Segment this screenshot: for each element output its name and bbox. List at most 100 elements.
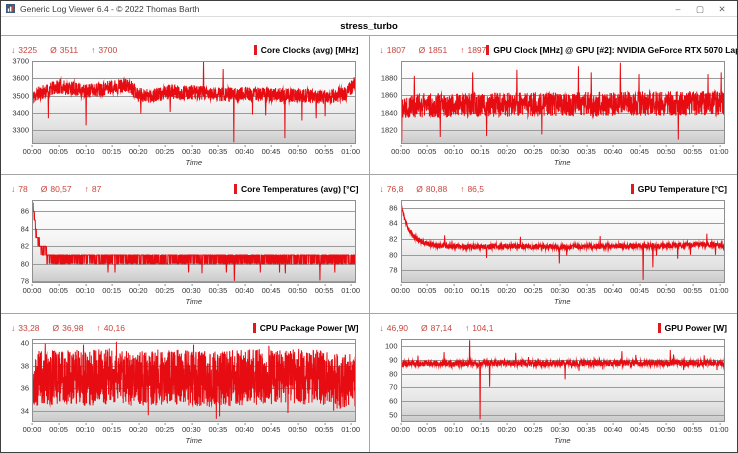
stat-avg-value: 87,14 (431, 323, 452, 333)
panel-header: ↓46,90 Ø87,14 ↑104,1 GPU Power [W] (380, 321, 728, 334)
chart-title: GPU Temperature [°C] (638, 184, 727, 194)
y-tick-label: 3600 (12, 74, 29, 83)
avg-icon: Ø (53, 323, 60, 333)
x-axis-title: Time (401, 158, 725, 167)
chart-legend: Core Temperatures (avg) [°C] (234, 184, 359, 194)
x-tick-label: 00:30 (182, 286, 201, 295)
series-color-marker-icon (486, 45, 489, 55)
avg-icon: Ø (50, 45, 57, 55)
y-tick-label: 86 (21, 207, 29, 216)
plot-area (32, 200, 356, 283)
x-tick-label: 00:25 (524, 425, 543, 434)
chart-gpu-temperature[interactable]: 7880828486 00:0000:0500:1000:1500:2000:2… (380, 200, 728, 305)
series-color-marker-icon (254, 45, 257, 55)
x-tick-label: 00:20 (497, 147, 516, 156)
x-tick-label: 00:25 (524, 147, 543, 156)
stat-min-value: 76,8 (387, 184, 404, 194)
series-color-marker-icon (234, 184, 237, 194)
y-tick-label: 90 (389, 355, 397, 364)
y-tick-label: 78 (389, 266, 397, 275)
stat-max-value: 1897 (467, 45, 486, 55)
chart-legend: GPU Power [W] (658, 323, 727, 333)
line-plot-canvas (32, 61, 356, 144)
x-tick-label: 00:00 (23, 425, 42, 434)
y-tick-label: 78 (21, 277, 29, 286)
x-axis-labels: 00:0000:0500:1000:1500:2000:2500:3000:35… (32, 423, 356, 434)
x-tick-label: 00:50 (657, 147, 676, 156)
stat-avg-value: 80,57 (50, 184, 71, 194)
x-tick-label: 00:30 (550, 425, 569, 434)
panel-header: ↓33,28 Ø36,98 ↑40,16 CPU Package Power [… (11, 321, 359, 334)
app-window: Generic Log Viewer 6.4 - © 2022 Thomas B… (0, 0, 738, 453)
x-tick-label: 00:35 (209, 147, 228, 156)
chart-core-clocks[interactable]: 33003400350036003700 00:0000:0500:1000:1… (11, 61, 359, 166)
x-tick-label: 00:05 (418, 425, 437, 434)
x-axis-labels: 00:0000:0500:1000:1500:2000:2500:3000:35… (32, 284, 356, 295)
min-arrow-icon: ↓ (380, 45, 384, 55)
x-tick-label: 00:55 (683, 286, 702, 295)
x-tick-label: 00:25 (524, 286, 543, 295)
chart-stats: ↓33,28 Ø36,98 ↑40,16 (11, 323, 125, 333)
chart-gpu-clock[interactable]: 1820184018601880 00:0000:0500:1000:1500:… (380, 61, 728, 166)
x-tick-label: 00:00 (391, 286, 410, 295)
y-tick-label: 3700 (12, 57, 29, 66)
x-axis-labels: 00:0000:0500:1000:1500:2000:2500:3000:35… (32, 145, 356, 156)
x-tick-label: 00:10 (444, 286, 463, 295)
x-tick-label: 00:05 (49, 286, 68, 295)
page-title: stress_turbo (340, 21, 398, 32)
x-tick-label: 00:35 (577, 425, 596, 434)
chart-title: CPU Package Power [W] (260, 323, 359, 333)
maximize-button[interactable]: ▢ (689, 1, 711, 17)
panel-header: ↓76,8 Ø80,88 ↑86,5 GPU Temperature [°C] (380, 182, 728, 195)
panel-core-clocks: ↓3225 Ø3511 ↑3700 Core Clocks (avg) [MHz… (1, 36, 369, 174)
x-tick-label: 00:20 (497, 286, 516, 295)
close-button[interactable]: ✕ (711, 1, 733, 17)
chart-core-temperatures[interactable]: 7880828486 00:0000:0500:1000:1500:2000:2… (11, 200, 359, 305)
chart-stats: ↓46,90 Ø87,14 ↑104,1 (380, 323, 494, 333)
avg-icon: Ø (416, 184, 423, 194)
min-arrow-icon: ↓ (11, 184, 15, 194)
avg-icon: Ø (41, 184, 48, 194)
x-tick-label: 00:15 (102, 425, 121, 434)
stat-avg-value: 80,88 (426, 184, 447, 194)
y-tick-label: 80 (389, 369, 397, 378)
max-arrow-icon: ↑ (465, 323, 469, 333)
minimize-button[interactable]: – (667, 1, 689, 17)
stat-max-value: 3700 (98, 45, 117, 55)
x-tick-label: 01:00 (710, 147, 729, 156)
y-tick-label: 60 (389, 397, 397, 406)
stat-avg-value: 1851 (428, 45, 447, 55)
x-tick-label: 00:00 (23, 147, 42, 156)
y-tick-label: 80 (389, 250, 397, 259)
x-axis-title: Time (401, 297, 725, 306)
x-tick-label: 00:45 (630, 286, 649, 295)
y-tick-label: 50 (389, 411, 397, 420)
x-tick-label: 00:50 (657, 425, 676, 434)
x-tick-label: 00:20 (129, 147, 148, 156)
x-tick-label: 00:40 (235, 147, 254, 156)
plot-area (32, 61, 356, 144)
x-tick-label: 00:35 (577, 147, 596, 156)
page-header: stress_turbo (1, 17, 737, 35)
min-arrow-icon: ↓ (380, 184, 384, 194)
panel-header: ↓3225 Ø3511 ↑3700 Core Clocks (avg) [MHz… (11, 43, 359, 56)
avg-icon: Ø (421, 323, 428, 333)
x-tick-label: 00:40 (604, 425, 623, 434)
x-tick-label: 00:55 (315, 147, 334, 156)
chart-gpu-power[interactable]: 5060708090100 00:0000:0500:1000:1500:200… (380, 339, 728, 444)
x-tick-label: 00:25 (155, 425, 174, 434)
series-color-marker-icon (631, 184, 634, 194)
chart-cpu-package-power[interactable]: 34363840 00:0000:0500:1000:1500:2000:250… (11, 339, 359, 444)
y-tick-label: 3400 (12, 108, 29, 117)
y-tick-label: 82 (389, 235, 397, 244)
stat-max-value: 87 (92, 184, 101, 194)
max-arrow-icon: ↑ (85, 184, 89, 194)
chart-title: Core Temperatures (avg) [°C] (241, 184, 359, 194)
panel-header: ↓78 Ø80,57 ↑87 Core Temperatures (avg) [… (11, 182, 359, 195)
stat-min-value: 3225 (18, 45, 37, 55)
x-tick-label: 00:15 (471, 286, 490, 295)
chart-legend: GPU Temperature [°C] (631, 184, 727, 194)
window-controls: – ▢ ✕ (667, 1, 733, 17)
y-tick-label: 34 (21, 406, 29, 415)
plot-area (401, 61, 725, 144)
